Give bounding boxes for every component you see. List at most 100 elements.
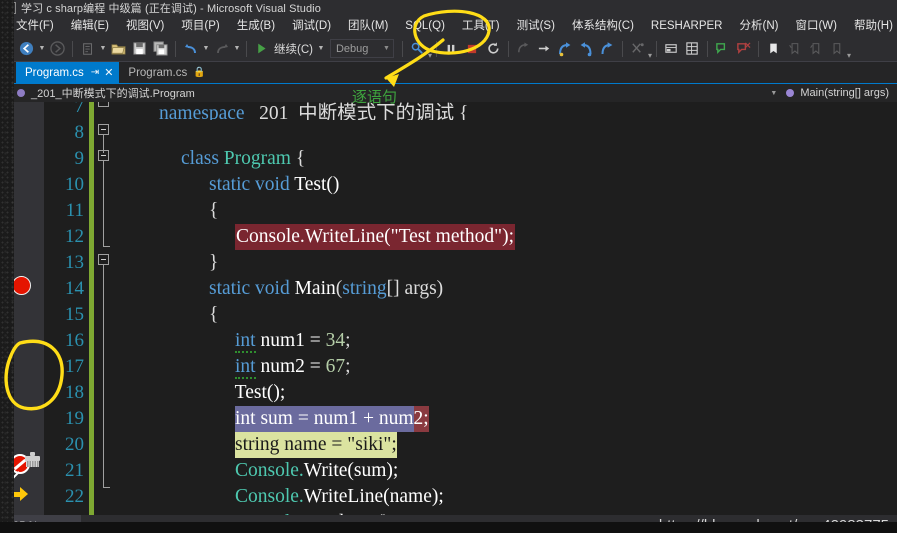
previous-bookmark-icon[interactable] <box>784 38 805 60</box>
code-number-34: 34 <box>325 330 346 351</box>
menu-item-team[interactable]: 团队(M) <box>340 17 397 35</box>
menu-item-resharper[interactable]: RESHARPER <box>643 17 732 35</box>
type-scope-dropdown[interactable]: _201_中断模式下的调试.Program <box>16 85 195 101</box>
attach-overflow[interactable]: ▾ <box>428 38 432 60</box>
step-out-icon[interactable] <box>576 38 597 60</box>
open-file-icon[interactable] <box>108 38 129 60</box>
outline-collapse-main[interactable] <box>98 254 109 265</box>
toolbar-separator-2 <box>175 40 176 57</box>
menu-item-test[interactable]: 测试(S) <box>509 17 564 35</box>
pin-icon[interactable]: ⇥ <box>91 67 99 78</box>
solution-configuration-combo[interactable]: Debug ▼ <box>329 39 394 58</box>
toolbar-separator-9 <box>707 40 708 57</box>
menu-item-tools[interactable]: 工具(T) <box>454 17 509 35</box>
breakpoint-enabled-icon[interactable] <box>12 276 31 295</box>
save-icon[interactable] <box>129 38 150 60</box>
line-number: 9 <box>74 148 85 169</box>
outlining-margin[interactable] <box>94 102 118 515</box>
break-all-pause-icon[interactable] <box>441 38 462 60</box>
menu-item-architecture[interactable]: 体系结构(C) <box>564 17 643 35</box>
navigate-forward-icon[interactable] <box>47 38 68 60</box>
next-bookmark-icon[interactable] <box>805 38 826 60</box>
step-into-icon[interactable] <box>534 38 555 60</box>
redo-icon[interactable] <box>211 38 232 60</box>
step-over-icon[interactable] <box>555 38 576 60</box>
clear-bookmarks-icon[interactable] <box>826 38 847 60</box>
code-keyword-static-void: static void <box>209 278 290 299</box>
line-number: 21 <box>65 460 84 481</box>
restart-icon[interactable] <box>483 38 504 60</box>
code-navigation-bar: _201_中断模式下的调试.Program ▼ Main(string[] ar… <box>0 83 897 102</box>
stop-debugging-icon[interactable] <box>462 38 483 60</box>
code-keyword-namespace: namespace <box>159 103 245 120</box>
redo-caret-icon[interactable]: ▼ <box>232 38 242 60</box>
type-scope-label: _201_中断模式下的调试.Program <box>31 88 195 100</box>
undo-caret-icon[interactable]: ▼ <box>201 38 211 60</box>
standard-debug-toolbar: ▼ ▼ ▼ ▼ 继续(C) ▼ Debug ▼ ▾ ▾ ▾ <box>0 36 897 62</box>
outline-collapse-namespace[interactable] <box>98 102 109 107</box>
breakpoint-settings-brush-icon[interactable] <box>25 452 40 468</box>
menu-item-sql[interactable]: SQL(Q) <box>397 17 454 35</box>
undo-icon[interactable] <box>180 38 201 60</box>
code-console-object: Console. <box>235 486 304 507</box>
line-number: 11 <box>65 200 84 221</box>
save-all-icon[interactable] <box>150 38 171 60</box>
tab-program-cs-active[interactable]: Program.cs ⇥ ✕ <box>16 62 120 83</box>
continue-play-icon[interactable] <box>251 38 272 60</box>
toolbar-separator-6 <box>507 40 509 57</box>
code-call-test: Test(); <box>234 382 286 403</box>
code-line-8[interactable]: class Program { <box>118 120 897 169</box>
hex-overflow[interactable]: ▾ <box>648 38 652 60</box>
menu-item-view[interactable]: 视图(V) <box>118 17 173 35</box>
menu-item-build[interactable]: 生成(B) <box>229 17 284 35</box>
code-editor[interactable]: 7 8 9 10 11 12 13 14 15 16 17 18 19 20 2… <box>0 102 897 515</box>
menu-bar: 文件(F) 编辑(E) 视图(V) 项目(P) 生成(B) 调试(D) 团队(M… <box>0 16 897 36</box>
hexadecimal-display-icon[interactable] <box>627 38 648 60</box>
line-number: 16 <box>65 330 84 351</box>
menu-item-file[interactable]: 文件(F) <box>8 17 63 35</box>
chevron-down-icon: ▼ <box>383 45 390 52</box>
code-keyword-class: class <box>181 148 219 169</box>
title-bar: 学习 c sharp编程 中级篇 (正在调试) - Microsoft Visu… <box>0 0 897 16</box>
tab-program-cs-preview[interactable]: Program.cs 🔒 <box>119 62 211 83</box>
navigate-back-caret-icon[interactable]: ▼ <box>37 38 47 60</box>
step-out-alt-icon[interactable] <box>597 38 618 60</box>
code-line-11[interactable]: Console.WriteLine("Test method"); <box>118 198 897 250</box>
code-line-13[interactable]: static void Main(string[] args) <box>118 250 897 299</box>
code-keyword-int: int <box>235 330 256 353</box>
menu-item-edit[interactable]: 编辑(E) <box>63 17 118 35</box>
close-icon[interactable]: ✕ <box>104 66 113 79</box>
uncomment-selection-icon[interactable] <box>733 38 754 60</box>
code-breakpoint-highlighted-statement: Console.WriteLine("Test method"); <box>235 224 516 250</box>
continue-caret-icon[interactable]: ▼ <box>316 38 326 60</box>
call-stack-window-icon[interactable] <box>682 38 703 60</box>
chevron-down-icon[interactable]: ▼ <box>770 90 777 97</box>
menu-item-debug[interactable]: 调试(D) <box>284 17 340 35</box>
annotation-green-label: 逐语句 <box>352 89 398 106</box>
new-item-icon[interactable] <box>77 38 98 60</box>
toggle-bookmark-icon[interactable] <box>763 38 784 60</box>
menu-item-help[interactable]: 帮助(H) <box>846 17 897 35</box>
new-item-caret-icon[interactable]: ▼ <box>98 38 108 60</box>
line-number: 18 <box>65 382 84 403</box>
menu-item-project[interactable]: 项目(P) <box>173 17 228 35</box>
attach-to-process-icon[interactable] <box>407 38 428 60</box>
code-text-area[interactable]: namespace _201_中断模式下的调试 { class Program … <box>118 102 897 515</box>
toolbar-grip[interactable] <box>7 39 13 58</box>
show-next-statement-icon[interactable] <box>513 38 534 60</box>
breakpoint-gutter[interactable] <box>0 102 44 515</box>
navigate-back-icon[interactable] <box>16 38 37 60</box>
code-line-15[interactable]: int num1 = 34; <box>118 302 897 353</box>
outline-collapse-class[interactable] <box>98 124 109 135</box>
comment-selection-icon[interactable] <box>712 38 733 60</box>
bookmark-overflow[interactable]: ▾ <box>847 38 851 60</box>
menu-item-window[interactable]: 窗口(W) <box>787 17 846 35</box>
member-scope-dropdown[interactable]: ▼ Main(string[] args) <box>770 87 897 99</box>
code-brace: { <box>290 148 306 169</box>
threads-window-icon[interactable] <box>661 38 682 60</box>
code-line-7[interactable]: namespace _201_中断模式下的调试 { <box>118 102 897 120</box>
continue-button-label[interactable]: 继续(C) <box>272 41 316 57</box>
code-console-writeline-call: WriteLine(name); <box>303 486 444 507</box>
menu-item-analyze[interactable]: 分析(N) <box>731 17 787 35</box>
toolbar-separator-7 <box>621 40 623 57</box>
